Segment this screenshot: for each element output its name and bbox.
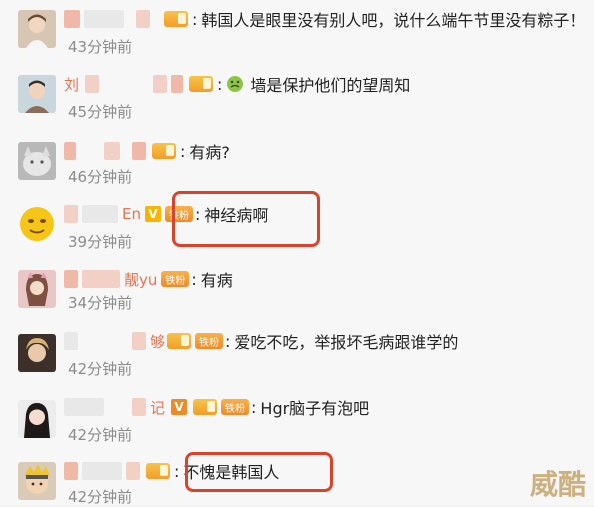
comment-time: 34分钟前 [68,294,133,312]
comment-time: 42分钟前 [68,426,133,444]
name-redaction [64,462,78,480]
comment-header: 刘 : 墙是保护他们的望周知 [64,73,411,96]
name-redaction [64,270,78,288]
comment-time: 42分钟前 [68,360,133,378]
comment-list: : 韩国人是眼里没有别人吧，说什么端午节里没有粽子！ 43分钟前 刘 : 墙是保… [0,0,594,506]
comment-header: : 韩国人是眼里没有别人吧，说什么端午节里没有粽子！ [64,8,585,30]
crown-badge-icon [193,398,218,416]
name-redaction [126,462,140,480]
fan-badge: 铁粉 [221,399,250,415]
name-redaction [132,398,146,416]
v-badge-icon: V [144,206,161,222]
name-redaction [132,332,146,350]
comment-text: 有病? [189,143,230,162]
colon: : [192,9,198,29]
avatar[interactable] [18,334,56,372]
vomit-emoji-icon [227,76,244,92]
highlight-box [172,191,320,247]
comment-row: : 有病? 46分钟前 [0,128,594,194]
comment-header: 记 V 铁粉 : Hgr脑子有泡吧 [64,396,369,418]
comment-text: Hgr脑子有泡吧 [260,399,370,418]
crown-badge-icon [152,142,176,160]
comment-text: 墙是保护他们的望周知 [250,76,411,95]
comment-row: 靓yu 铁粉 : 有病 34分钟前 [0,258,594,319]
name-redaction [85,75,100,93]
name-redaction [153,75,168,93]
username[interactable]: 够 [150,331,165,352]
comment-header: 靓yu 铁粉 : 有病 [64,268,233,290]
username[interactable]: En [122,205,141,223]
avatar[interactable] [18,142,56,180]
crown-badge-icon [189,75,214,93]
fan-badge: 铁粉 [195,333,224,349]
comment-time: 46分钟前 [68,168,133,186]
avatar[interactable] [18,270,56,308]
comment-row: : 韩国人是眼里没有别人吧，说什么端午节里没有粽子！ 43分钟前 [0,0,594,64]
crown-badge-icon [164,10,188,28]
name-redaction [82,270,120,288]
colon: : [174,461,180,481]
highlight-box [185,452,333,492]
avatar[interactable] [18,462,56,500]
comment-row: 刘 : 墙是保护他们的望周知 45分钟前 [0,63,594,129]
name-redaction [64,10,80,28]
username[interactable]: 刘 [64,74,79,95]
fan-badge: 铁粉 [161,271,190,287]
comment-text: 有病 [200,271,233,290]
watermark: 威酷 [529,468,586,501]
colon: : [225,331,231,351]
name-redaction [84,10,124,28]
name-redaction [136,10,150,28]
avatar[interactable] [18,400,56,438]
comment-header: 够 铁粉 : 爱吃不吃，举报坏毛病跟谁学的 [64,330,458,352]
comment-time: 43分钟前 [68,38,133,56]
name-redaction [171,75,184,93]
name-redaction [64,142,76,160]
name-redaction [64,398,104,416]
name-redaction [132,142,146,160]
avatar[interactable] [18,10,56,48]
comment-time: 39分钟前 [68,233,133,251]
colon: : [251,397,257,417]
comment-time: 42分钟前 [68,488,133,506]
crown-badge-icon [146,462,170,480]
comment-row: 记 V 铁粉 : Hgr脑子有泡吧 42分钟前 [0,386,594,455]
comment-text: 爱吃不吃，举报坏毛病跟谁学的 [234,333,459,352]
avatar[interactable] [18,205,56,243]
name-redaction [82,462,122,480]
comment-header: : 有病? [64,140,230,162]
colon: : [180,141,186,161]
crown-badge-icon [167,332,192,350]
avatar[interactable] [18,75,56,113]
username[interactable]: 靓yu [124,269,157,290]
comment-text: 韩国人是眼里没有别人吧，说什么端午节里没有粽子！ [201,11,586,30]
name-redaction [104,142,120,160]
comment-time: 45分钟前 [68,103,133,121]
name-redaction [82,205,118,223]
colon: : [191,269,197,289]
username[interactable]: 记 [150,397,165,418]
name-redaction [64,205,78,223]
v-badge-icon: V [171,399,188,415]
comment-row: 够 铁粉 : 爱吃不吃，举报坏毛病跟谁学的 42分钟前 [0,318,594,387]
name-redaction [64,332,78,350]
colon: : [217,74,223,94]
